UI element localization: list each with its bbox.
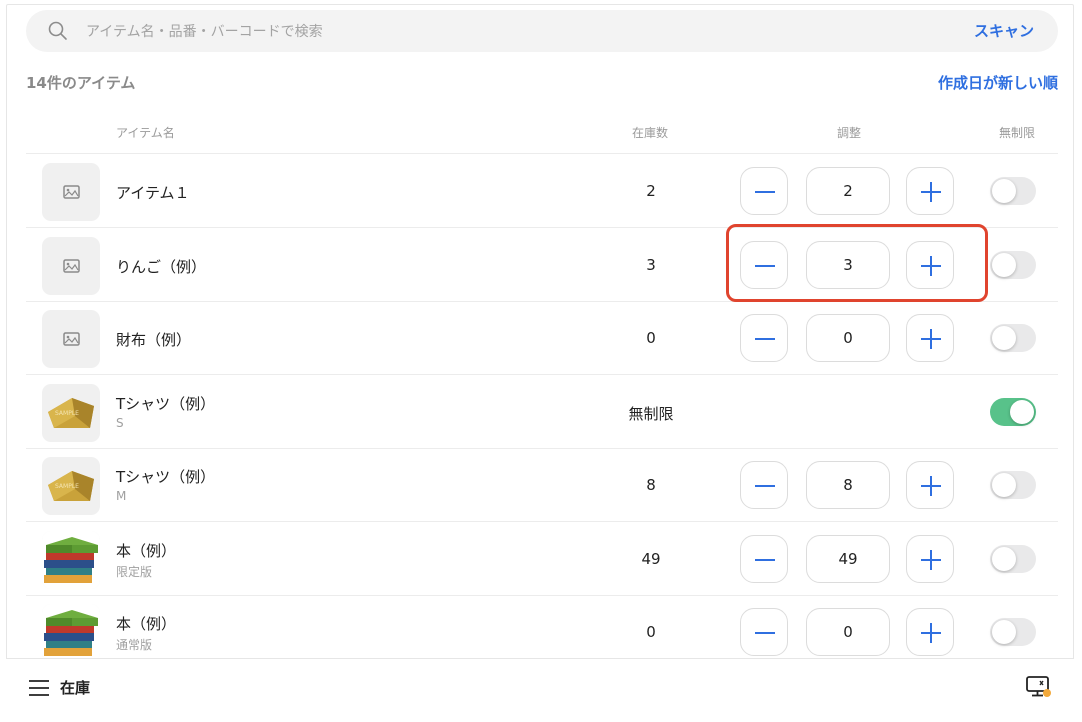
item-name: アイテム１ (116, 184, 190, 202)
screen-title: 在庫 (60, 679, 91, 697)
decrement-button[interactable] (740, 240, 788, 289)
stock-count: 0 (646, 623, 656, 641)
table-row[interactable]: 本（例） 限定版 49 49 (26, 523, 1058, 596)
search-bar: スキャン (26, 10, 1058, 54)
column-header-stock: 在庫数 (631, 126, 668, 140)
books-image (42, 530, 100, 589)
svg-text:SAMPLE: SAMPLE (55, 483, 79, 490)
adjust-quantity-input[interactable]: 3 (806, 240, 890, 289)
item-name: 本（例） (116, 615, 177, 633)
toggle-knob (992, 473, 1016, 497)
placeholder-image-icon (42, 236, 100, 295)
unlimited-toggle[interactable] (990, 177, 1036, 205)
bottom-bar: 在庫 (6, 658, 1074, 715)
stock-count: 49 (641, 549, 661, 568)
column-header-name: アイテム名 (116, 126, 175, 140)
toggle-knob (992, 620, 1016, 644)
stock-count: 0 (646, 329, 656, 347)
table-row[interactable]: SAMPLE Tシャツ（例） M 8 8 (26, 449, 1058, 522)
stock-count: 2 (646, 182, 656, 200)
tshirt-sample-image: SAMPLE (42, 383, 100, 442)
item-variant: 通常版 (116, 638, 153, 652)
toggle-knob (992, 546, 1016, 571)
decrement-button[interactable] (740, 167, 788, 215)
item-name: Tシャツ（例） (116, 468, 216, 486)
search-icon (48, 21, 68, 41)
tshirt-sample-image: SAMPLE (42, 457, 100, 515)
table-row[interactable]: アイテム１ 2 2 (26, 155, 1058, 228)
stock-count: 3 (646, 255, 656, 274)
toggle-knob (992, 179, 1016, 203)
decrement-button[interactable] (740, 534, 788, 583)
item-name: 本（例） (116, 541, 177, 560)
hamburger-menu-icon[interactable] (28, 679, 50, 697)
unlimited-toggle[interactable] (990, 250, 1036, 279)
increment-button[interactable] (906, 314, 954, 362)
toggle-knob (1010, 399, 1034, 424)
adjust-quantity-input[interactable]: 0 (806, 608, 890, 656)
sort-button[interactable]: 作成日が新しい順 (938, 72, 1058, 93)
decrement-button[interactable] (740, 461, 788, 509)
column-header-adjust: 調整 (836, 126, 861, 140)
toggle-knob (992, 252, 1016, 277)
column-header-unlimited: 無制限 (998, 126, 1035, 140)
item-name: 財布（例） (116, 331, 192, 349)
svg-text:SAMPLE: SAMPLE (55, 410, 79, 417)
placeholder-image-icon (42, 310, 100, 368)
item-count: 14件のアイテム (26, 74, 136, 92)
books-image (42, 604, 100, 662)
item-name: Tシャツ（例） (116, 394, 216, 413)
unlimited-toggle[interactable] (990, 324, 1036, 352)
adjust-quantity-input[interactable]: 0 (806, 314, 890, 362)
header-divider (26, 153, 1058, 154)
stock-count: 8 (646, 476, 656, 494)
item-name: りんご（例） (116, 257, 207, 276)
scan-button[interactable]: スキャン (974, 10, 1034, 52)
increment-button[interactable] (906, 240, 954, 289)
adjust-quantity-input[interactable]: 2 (806, 167, 890, 215)
item-variant: M (116, 489, 127, 503)
decrement-button[interactable] (740, 608, 788, 656)
search-input[interactable] (84, 10, 928, 54)
unlimited-toggle[interactable] (990, 397, 1036, 426)
toggle-knob (992, 326, 1016, 350)
unlimited-toggle[interactable] (990, 544, 1036, 573)
table-row[interactable]: SAMPLE Tシャツ（例） S 無制限 (26, 376, 1058, 449)
adjust-quantity-input[interactable]: 49 (806, 534, 890, 583)
increment-button[interactable] (906, 608, 954, 656)
table-row[interactable]: りんご（例） 3 3 (26, 229, 1058, 302)
unlimited-toggle[interactable] (990, 618, 1036, 646)
decrement-button[interactable] (740, 314, 788, 362)
placeholder-image-icon (42, 163, 100, 221)
item-variant: S (116, 415, 124, 430)
increment-button[interactable] (906, 167, 954, 215)
item-variant: 限定版 (116, 564, 153, 579)
table-row[interactable]: 財布（例） 0 0 (26, 302, 1058, 375)
adjust-quantity-input[interactable]: 8 (806, 461, 890, 509)
increment-button[interactable] (906, 534, 954, 583)
stock-count: 無制限 (628, 404, 674, 423)
unlimited-toggle[interactable] (990, 471, 1036, 499)
increment-button[interactable] (906, 461, 954, 509)
display-icon[interactable] (1026, 675, 1052, 699)
